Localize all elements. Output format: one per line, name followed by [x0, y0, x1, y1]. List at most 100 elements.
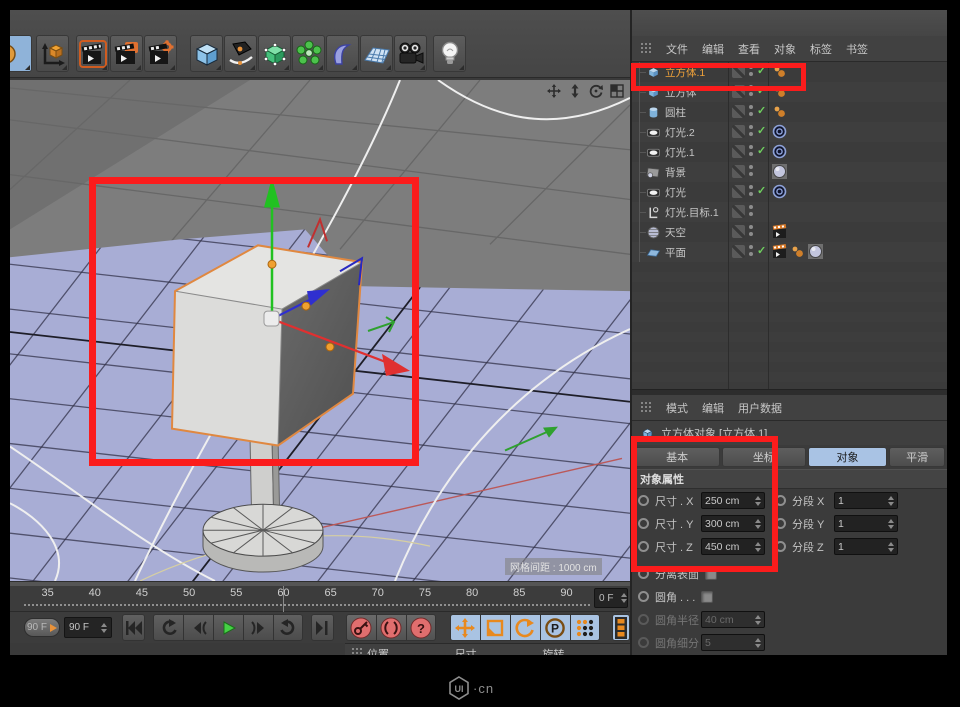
timeline-ruler[interactable]: 3540 4550 5560 6570 7580 8590 0 F [10, 586, 630, 612]
layer-toggle[interactable] [732, 165, 745, 178]
zoom-icon[interactable] [567, 83, 582, 98]
floor-object-button[interactable] [360, 35, 393, 72]
render-picture-viewer-button[interactable] [110, 35, 143, 72]
visibility-dots[interactable] [749, 145, 753, 156]
separate-surfaces-checkbox[interactable] [705, 568, 717, 580]
toggle-views-icon[interactable] [609, 83, 624, 98]
panel-grip[interactable] [640, 42, 652, 55]
keyframe-pla-toggle[interactable] [570, 614, 600, 641]
goto-end-button[interactable] [311, 614, 334, 641]
enabled-check-icon[interactable]: ✓ [757, 144, 766, 157]
visibility-dots[interactable] [749, 225, 753, 236]
target-tag-icon[interactable] [772, 124, 787, 139]
active-tool-button[interactable] [10, 35, 32, 72]
seg-z-input[interactable]: 1 [834, 538, 898, 555]
cube-primitive-button[interactable] [190, 35, 223, 72]
enabled-check-icon[interactable]: ✓ [757, 64, 766, 77]
render-view-button[interactable] [76, 35, 109, 72]
keyframe-radio[interactable] [638, 495, 649, 506]
tab-basic[interactable]: 基本 [634, 447, 720, 467]
object-row-立方体[interactable]: 立方体✓ [632, 82, 947, 102]
3d-viewport[interactable]: 网格间距 : 1000 cm [10, 80, 630, 581]
autokey-button[interactable] [376, 614, 406, 641]
object-row-圆柱[interactable]: 圆柱✓ [632, 102, 947, 122]
playhead-marker[interactable] [283, 586, 284, 612]
fillet-checkbox[interactable] [701, 591, 713, 603]
menu-tag[interactable]: 标签 [810, 41, 832, 57]
menu-bookmark[interactable]: 书签 [846, 41, 868, 57]
phong-tag-icon[interactable] [772, 104, 787, 119]
object-row-灯光[interactable]: 灯光✓ [632, 182, 947, 202]
panel-grip[interactable] [351, 647, 363, 655]
enabled-check-icon[interactable]: ✓ [757, 184, 766, 197]
menu-file[interactable]: 文件 [666, 41, 688, 57]
compositing-tag-icon[interactable] [772, 224, 787, 239]
tab-object[interactable]: 对象 [808, 447, 888, 467]
keyframe-rotation-toggle[interactable] [510, 614, 540, 641]
keyframe-scale-toggle[interactable] [480, 614, 510, 641]
visibility-dots[interactable] [749, 185, 753, 196]
layer-toggle[interactable] [732, 85, 745, 98]
visibility-dots[interactable] [749, 125, 753, 136]
material-tag-icon[interactable] [808, 244, 823, 259]
goto-start-button[interactable] [122, 614, 145, 641]
material-tag-icon[interactable] [772, 164, 787, 179]
spline-pen-button[interactable] [224, 35, 257, 72]
compositing-tag-icon[interactable] [772, 244, 787, 259]
size-x-input[interactable]: 250 cm [701, 492, 765, 509]
tab-phong[interactable]: 平滑 [889, 447, 945, 467]
preview-range-handle[interactable]: 90 F [24, 618, 60, 637]
object-row-背景[interactable]: 背景 [632, 162, 947, 182]
keyframe-parameter-toggle[interactable]: P [540, 614, 570, 641]
keyframe-radio[interactable] [638, 518, 649, 529]
object-row-灯光.目标.1[interactable]: 灯光.目标.1 [632, 202, 947, 222]
end-frame-field[interactable]: 90 F [64, 617, 112, 638]
bend-deformer-button[interactable] [326, 35, 359, 72]
next-key-button[interactable] [273, 614, 303, 641]
seg-x-input[interactable]: 1 [834, 492, 898, 509]
next-frame-button[interactable] [243, 614, 273, 641]
visibility-dots[interactable] [749, 105, 753, 116]
visibility-dots[interactable] [749, 205, 753, 216]
visibility-dots[interactable] [749, 65, 753, 76]
object-row-灯光.2[interactable]: 灯光.2✓ [632, 122, 947, 142]
menu-user-data[interactable]: 用户数据 [738, 400, 782, 416]
menu-object[interactable]: 对象 [774, 41, 796, 57]
keyframe-options-button[interactable]: ? [406, 614, 436, 641]
keyframe-radio[interactable] [638, 541, 649, 552]
layer-toggle[interactable] [732, 225, 745, 238]
rotate-icon[interactable] [588, 83, 603, 98]
enabled-check-icon[interactable]: ✓ [757, 244, 766, 257]
target-tag-icon[interactable] [772, 144, 787, 159]
light-object-button[interactable] [433, 35, 466, 72]
menu-mode[interactable]: 模式 [666, 400, 688, 416]
menu-view[interactable]: 查看 [738, 41, 760, 57]
target-tag-icon[interactable] [772, 184, 787, 199]
layer-toggle[interactable] [732, 205, 745, 218]
layer-toggle[interactable] [732, 65, 745, 78]
keyframe-radio[interactable] [638, 568, 649, 579]
visibility-dots[interactable] [749, 85, 753, 96]
array-generator-button[interactable] [292, 35, 325, 72]
layer-toggle[interactable] [732, 145, 745, 158]
size-y-input[interactable]: 300 cm [701, 515, 765, 532]
current-frame-field[interactable]: 0 F [594, 588, 628, 608]
play-button[interactable] [213, 614, 243, 641]
enabled-check-icon[interactable]: ✓ [757, 104, 766, 117]
prev-key-button[interactable] [153, 614, 183, 641]
prev-frame-button[interactable] [183, 614, 213, 641]
record-keyframe-button[interactable] [346, 614, 376, 641]
camera-object-button[interactable] [394, 35, 427, 72]
layer-toggle[interactable] [732, 105, 745, 118]
subdivision-surface-button[interactable] [258, 35, 291, 72]
menu-edit[interactable]: 编辑 [702, 41, 724, 57]
phong-tag-icon[interactable] [772, 64, 787, 79]
enabled-check-icon[interactable]: ✓ [757, 124, 766, 137]
size-z-input[interactable]: 450 cm [701, 538, 765, 555]
menu-am-edit[interactable]: 编辑 [702, 400, 724, 416]
keyframe-position-toggle[interactable] [450, 614, 480, 641]
object-row-灯光.1[interactable]: 灯光.1✓ [632, 142, 947, 162]
visibility-dots[interactable] [749, 245, 753, 256]
phong-tag-icon[interactable] [790, 244, 805, 259]
phong-tag-icon[interactable] [772, 84, 787, 99]
